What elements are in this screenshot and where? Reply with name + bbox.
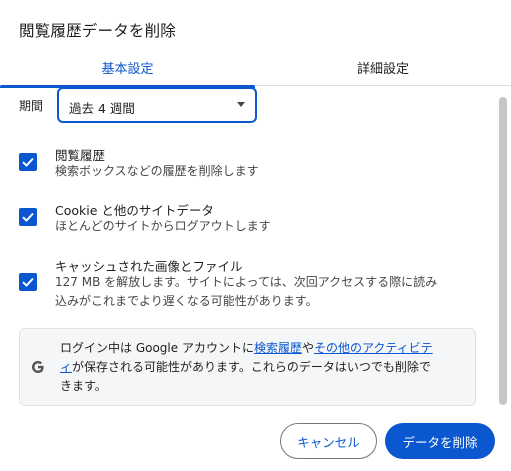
google-g-icon: [32, 361, 44, 373]
time-range-value: 過去 4 週間: [69, 101, 135, 116]
clear-browsing-data-dialog: 閲覧履歴データを削除 基本設定 詳細設定 期間 過去 4 週間 閲覧履歴 検索ボ…: [0, 0, 511, 471]
cookies-checkbox[interactable]: [19, 208, 37, 226]
dropdown-arrow-icon: [237, 102, 245, 107]
search-history-link[interactable]: 検索履歴: [254, 341, 302, 355]
checkmark-icon: [22, 212, 34, 222]
tab-advanced-label: 詳細設定: [356, 61, 409, 77]
option-description-line2: 込みがこれまでより遅くなる可能性があります。: [55, 294, 318, 308]
other-activity-link[interactable]: その他のアクティビテ: [314, 341, 433, 355]
other-activity-link-cont[interactable]: ィ: [60, 360, 72, 374]
scrollbar[interactable]: [499, 97, 507, 405]
period-label: 期間: [19, 99, 44, 113]
time-range-select[interactable]: 過去 4 週間: [57, 87, 257, 123]
option-description: ほとんどのサイトからログアウトします: [55, 219, 271, 233]
cancel-button[interactable]: キャンセル: [280, 423, 377, 459]
tab-basic-label: 基本設定: [101, 61, 154, 77]
delete-data-button[interactable]: データを削除: [385, 423, 495, 459]
tab-basic[interactable]: 基本設定: [0, 48, 255, 88]
option-description-line1: 127 MB を解放します。サイトによっては、次回アクセスする際に読み: [55, 275, 438, 289]
option-description: 検索ボックスなどの履歴を削除します: [55, 164, 259, 178]
dialog-title: 閲覧履歴データを削除: [19, 22, 177, 40]
tab-bar: 基本設定 詳細設定: [0, 48, 511, 88]
info-text-mid: や: [301, 341, 314, 355]
checkmark-icon: [22, 157, 34, 167]
tab-advanced[interactable]: 詳細設定: [255, 48, 511, 86]
google-account-info-box: ログイン中は Google アカウントに検索履歴やその他のアクティビティが保存さ…: [19, 328, 476, 406]
cache-checkbox[interactable]: [19, 273, 37, 291]
info-text-after: が保存される可能性があります。これらのデータはいつでも削除で: [72, 360, 431, 374]
checkmark-icon: [22, 277, 34, 287]
info-text-last: きます。: [60, 379, 107, 393]
browsing-history-checkbox[interactable]: [19, 153, 37, 171]
info-text-start: ログイン中は Google アカウントに: [60, 341, 254, 355]
info-text: ログイン中は Google アカウントに検索履歴やその他のアクティビティが保存さ…: [60, 339, 470, 396]
